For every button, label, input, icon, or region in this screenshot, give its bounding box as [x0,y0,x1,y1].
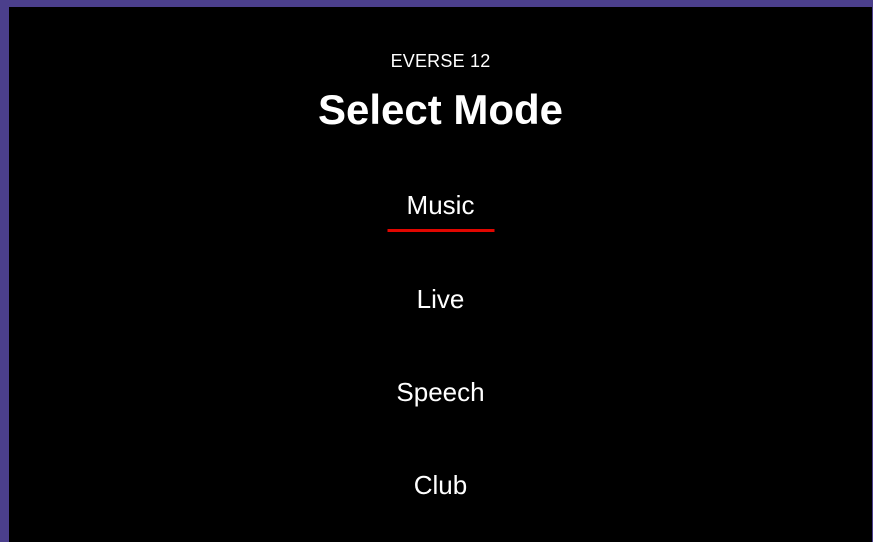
mode-option-speech[interactable]: Speech [396,376,484,408]
device-screen: EVERSE 12 Select Mode Music Live Speech … [0,0,873,542]
mode-option-live[interactable]: Live [417,283,465,315]
mode-option-club[interactable]: Club [414,469,467,501]
mode-list: Music Live Speech Club [9,7,872,542]
mode-option-music[interactable]: Music [407,189,475,221]
selected-mode-underline [387,229,494,232]
